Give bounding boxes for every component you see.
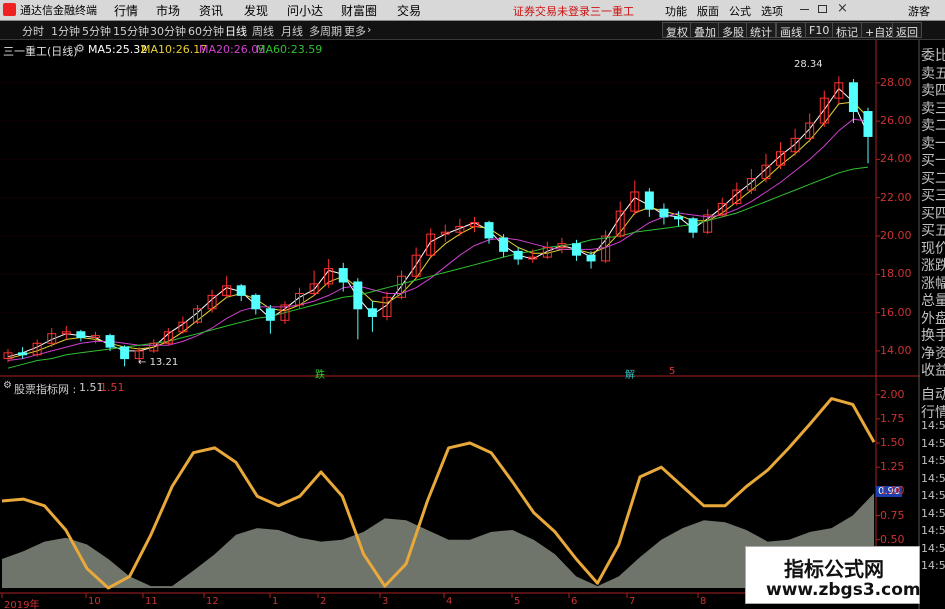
side-label-lower[interactable]: 14:50 <box>921 489 945 502</box>
price-tick-label: 28.00 <box>880 75 912 89</box>
chart-canvas[interactable] <box>0 0 945 609</box>
low-price-label: ← 13.21 <box>138 357 179 368</box>
indicator-settings-icon[interactable]: ⚙ <box>3 380 12 391</box>
indicator-title: 股票指标网 : <box>14 383 77 396</box>
indicator-area-fill <box>2 493 874 588</box>
side-label-lower[interactable]: 14:50 <box>921 507 945 520</box>
high-price-label: 28.34 <box>794 59 823 70</box>
ma10-label: MA10:26.17 <box>141 43 207 56</box>
candle-body <box>688 218 698 233</box>
ma10-name: MA10: <box>141 43 176 56</box>
date-tick-label: 11 <box>145 596 158 607</box>
watermark-title: 指标公式网 <box>784 557 884 581</box>
candle-body <box>499 237 509 252</box>
candle-body <box>848 82 858 113</box>
date-tick-label: 2 <box>320 596 327 607</box>
candle-body <box>76 331 86 339</box>
indicator-tick-label: 1.25 <box>880 460 905 474</box>
date-tick-label: 5 <box>514 596 521 607</box>
side-label-lower[interactable]: 14:50 <box>921 472 945 485</box>
side-label-lower[interactable]: 14:50 <box>921 542 945 555</box>
candle-body <box>265 308 275 321</box>
candle-body <box>659 208 669 218</box>
date-tick-label: 1 <box>272 596 279 607</box>
candle-body <box>105 335 115 348</box>
chart-title: 三一重工(日线) <box>3 45 78 58</box>
signal-marker-2: 解 <box>625 370 635 381</box>
date-tick-label: 2019年 <box>4 600 40 609</box>
candle-body <box>571 243 581 256</box>
settings-icon[interactable]: ⚙ <box>75 42 85 55</box>
candle-body <box>236 285 246 296</box>
ma60-name: MA60: <box>256 43 291 56</box>
ma-line-ma20 <box>7 118 869 361</box>
ma-line-ma5 <box>7 87 869 358</box>
side-label-lower[interactable]: 14:50 <box>921 454 945 467</box>
candle-body <box>586 254 596 262</box>
ma5-name: MA5: <box>88 43 116 56</box>
ma5-label: MA5:25.32 <box>88 43 147 56</box>
low-price-value: 13.21 <box>149 357 179 368</box>
side-label-lower[interactable]: 14:50 <box>921 559 945 572</box>
candle-body <box>674 216 684 220</box>
candle-body <box>644 191 654 210</box>
date-tick-label: 8 <box>700 596 707 607</box>
date-tick-label: 12 <box>206 596 219 607</box>
ma-line-ma10 <box>7 101 869 360</box>
side-label-lower[interactable]: 14:50 <box>921 524 945 537</box>
indicator-value-2: 1.51 <box>100 381 125 394</box>
side-label[interactable]: 收益 <box>921 360 945 380</box>
candle-body <box>18 352 28 356</box>
indicator-tick-label: 1.75 <box>880 411 905 425</box>
date-tick-label: 3 <box>382 596 389 607</box>
indicator-tick-label: 0.50 <box>880 532 905 546</box>
price-tick-label: 24.00 <box>880 152 912 166</box>
ma20-name: MA20: <box>199 43 234 56</box>
candle-body <box>367 308 377 317</box>
date-tick-label: 6 <box>571 596 578 607</box>
signal-marker-1: 跌 <box>315 370 325 381</box>
candle-body <box>353 281 363 310</box>
price-tick-label: 22.00 <box>880 190 912 204</box>
candle-body <box>513 250 523 260</box>
ma60-label: MA60:23.59 <box>256 43 322 56</box>
date-tick-label: 7 <box>629 596 636 607</box>
indicator-tick-label: 1.50 <box>880 436 905 450</box>
price-tick-label: 20.00 <box>880 229 912 243</box>
date-tick-label: 10 <box>88 596 101 607</box>
price-tick-label: 18.00 <box>880 267 912 281</box>
price-tick-label: 16.00 <box>880 305 912 319</box>
indicator-tick-label: 0.75 <box>880 508 905 522</box>
price-tick-label: 14.00 <box>880 343 912 357</box>
watermark-box: 指标公式网 www.zbgs3.com <box>745 546 921 604</box>
ma60-value: 23.59 <box>290 43 323 56</box>
indicator-tick-label: 1.00 <box>880 484 905 498</box>
signal-marker-3: 5 <box>669 366 676 377</box>
watermark-url: www.zbgs3.com <box>766 580 921 600</box>
candle-body <box>120 346 130 360</box>
side-label-lower[interactable]: 14:50 <box>921 419 945 432</box>
price-tick-label: 26.00 <box>880 114 912 128</box>
candle-body <box>251 294 261 310</box>
side-label-lower[interactable]: 14:50 <box>921 437 945 450</box>
candle-body <box>863 111 873 137</box>
indicator-tick-label: 2.00 <box>880 387 905 401</box>
candle-body <box>338 268 348 283</box>
candle-body <box>484 222 494 239</box>
date-tick-label: 4 <box>446 596 453 607</box>
